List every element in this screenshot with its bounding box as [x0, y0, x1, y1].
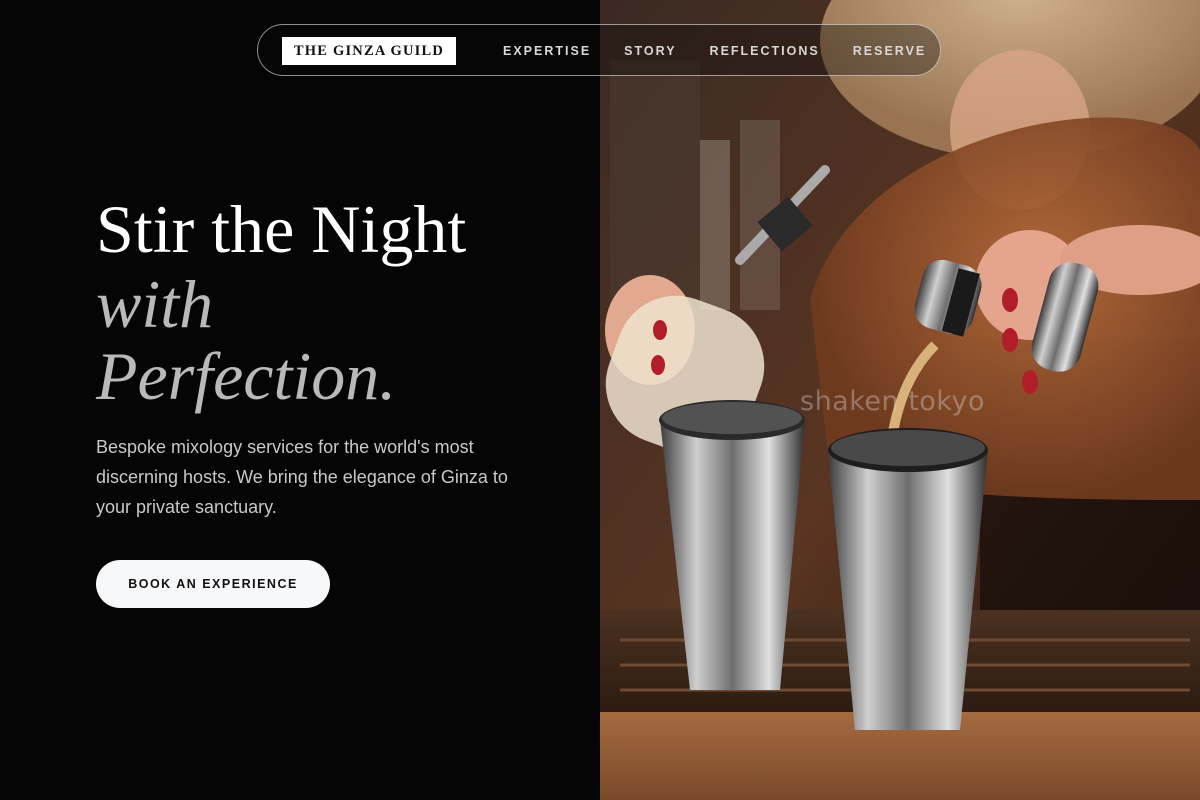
nav-links: EXPERTISE STORY REFLECTIONS RESERVE [503, 25, 926, 77]
headline-line-3: Perfection. [96, 338, 397, 414]
nav-link-reserve[interactable]: RESERVE [853, 44, 927, 58]
book-experience-button[interactable]: BOOK AN EXPERIENCE [96, 560, 330, 608]
nav-link-expertise[interactable]: EXPERTISE [503, 44, 591, 58]
headline-line-2: with [96, 266, 214, 342]
brand-logo[interactable]: THE GINZA GUILD [282, 37, 456, 65]
hero-headline: Stir the Night with Perfection. [96, 190, 466, 412]
nav-link-reflections[interactable]: REFLECTIONS [710, 44, 820, 58]
hero-tagline: Bespoke mixology services for the world'… [96, 437, 508, 517]
headline-line-1: Stir the Night [96, 191, 467, 267]
hero-photo: shaken tokyo [600, 0, 1200, 800]
top-navigation: THE GINZA GUILD EXPERTISE STORY REFLECTI… [257, 24, 941, 76]
hero-text-panel: Stir the Night with Perfection. Bespoke … [0, 0, 600, 800]
page: Stir the Night with Perfection. Bespoke … [0, 0, 1200, 800]
photo-watermark: shaken tokyo [800, 386, 985, 417]
nav-link-story[interactable]: STORY [624, 44, 676, 58]
